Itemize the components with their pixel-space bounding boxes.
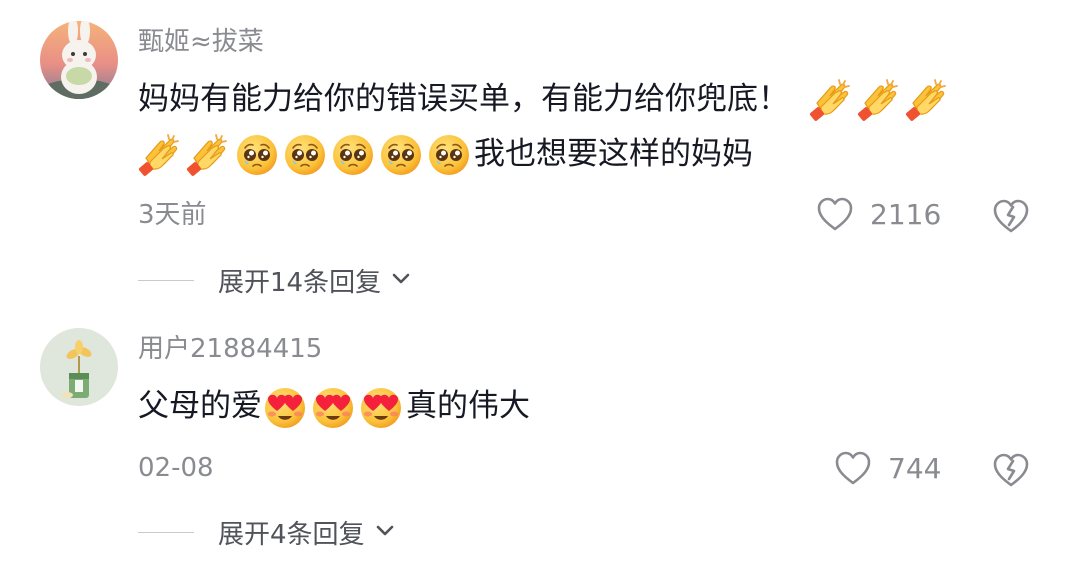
broken-heart-icon bbox=[993, 453, 1029, 487]
expand-replies-label: 展开4条回复 bbox=[218, 520, 365, 550]
avatar[interactable] bbox=[40, 328, 118, 406]
pleading-face-icon bbox=[426, 132, 472, 178]
heart-eyes-face-icon bbox=[310, 384, 356, 430]
divider bbox=[138, 280, 194, 281]
heart-icon bbox=[835, 451, 871, 485]
divider bbox=[138, 532, 194, 533]
chevron-down-icon bbox=[375, 523, 395, 542]
clapping-hands-icon bbox=[905, 77, 951, 123]
comment-text-line2: 我也想要这样的妈妈 bbox=[474, 136, 753, 172]
heart-eyes-face-icon bbox=[262, 384, 308, 430]
comment-text-line1: 妈妈有能力给你的错误买单，有能力给你兜底！ bbox=[138, 81, 789, 117]
expand-replies-label: 展开14条回复 bbox=[218, 268, 382, 298]
clapping-hands-icon bbox=[138, 132, 184, 178]
dislike-button[interactable] bbox=[992, 198, 1030, 238]
like-count: 744 bbox=[888, 451, 942, 485]
clapping-hands-icon bbox=[857, 77, 903, 123]
comment-text-prefix: 父母的爱 bbox=[138, 388, 262, 424]
comment-text-suffix: 真的伟大 bbox=[406, 388, 530, 424]
like-button[interactable]: 744 bbox=[834, 450, 941, 486]
like-button[interactable]: 2116 bbox=[816, 196, 941, 232]
comment-text: 父母的爱 真的伟大 bbox=[138, 379, 1018, 434]
clapping-hands-icon bbox=[809, 77, 855, 123]
heart-icon bbox=[817, 197, 853, 231]
clapping-hands-icon bbox=[186, 132, 232, 178]
broken-heart-icon bbox=[993, 199, 1029, 233]
comment-item: 用户21884415 父母的爱 真的伟大 02-08 744 展开4条回复 bbox=[0, 300, 1080, 568]
like-count: 2116 bbox=[870, 197, 942, 231]
dislike-button[interactable] bbox=[992, 452, 1030, 492]
pleading-face-icon bbox=[330, 132, 376, 178]
heart-eyes-face-icon bbox=[358, 384, 404, 430]
pleading-face-icon bbox=[378, 132, 424, 178]
comment-time: 02-08 bbox=[138, 453, 214, 483]
comment-text: 妈妈有能力给你的错误买单，有能力给你兜底！ 我也想要这样的妈妈 bbox=[138, 72, 1018, 182]
comment-time: 3天前 bbox=[138, 200, 207, 230]
avatar[interactable] bbox=[40, 21, 118, 99]
comment-item: 甄姬≈拔菜 妈妈有能力给你的错误买单，有能力给你兜底！ 我也想要这样的妈妈 3天… bbox=[0, 0, 1080, 300]
expand-replies-button[interactable]: 展开4条回复 bbox=[138, 514, 395, 551]
pleading-face-icon bbox=[282, 132, 328, 178]
username[interactable]: 甄姬≈拔菜 bbox=[138, 26, 264, 58]
chevron-down-icon bbox=[391, 271, 411, 290]
pleading-face-icon bbox=[234, 132, 280, 178]
username[interactable]: 用户21884415 bbox=[138, 333, 322, 365]
expand-replies-button[interactable]: 展开14条回复 bbox=[138, 262, 411, 299]
